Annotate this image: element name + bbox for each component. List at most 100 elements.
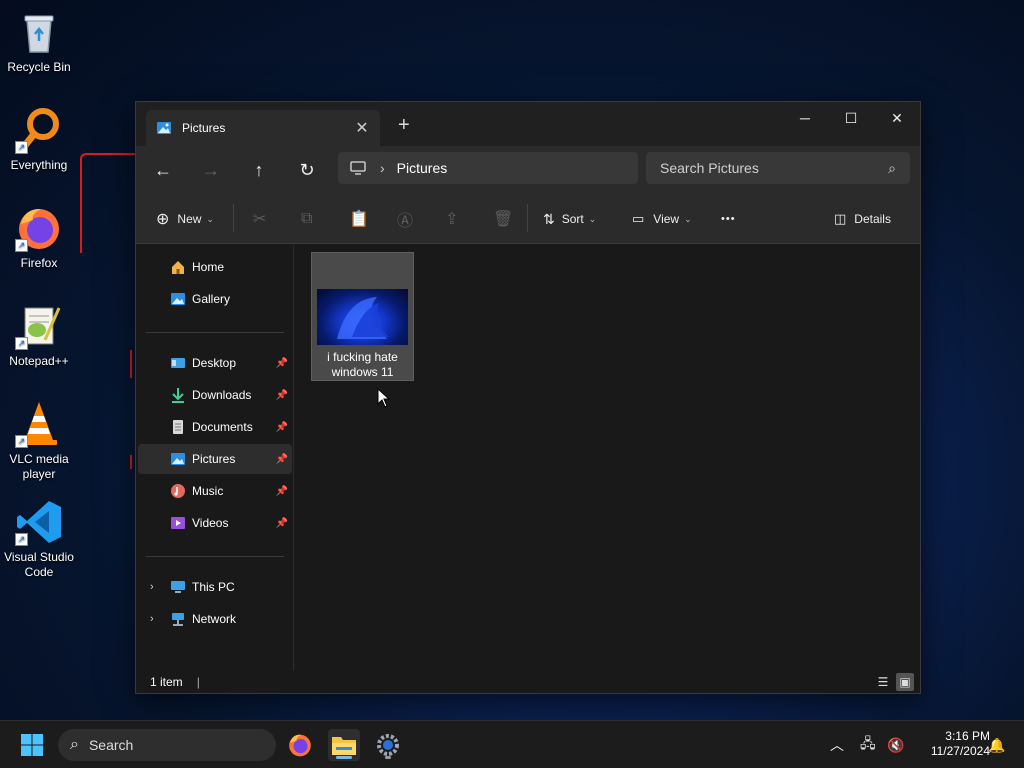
back-button[interactable]: ← (149, 156, 177, 184)
pin-icon[interactable]: 📌 (276, 422, 288, 433)
sidebar-item-label: Network (192, 612, 237, 626)
maximize-button[interactable]: ☐ (828, 102, 874, 134)
pictures-folder-icon (157, 122, 171, 134)
taskbar: ⌕ Search ︿ 🖧 🔇 3:16 PM 11/27/2024 🔔 (0, 720, 1024, 768)
new-button[interactable]: ⊕ New ⌄ (156, 207, 214, 231)
mouse-cursor-icon (377, 388, 391, 408)
close-window-button[interactable]: ✕ (874, 102, 920, 134)
sidebar-item-gallery[interactable]: Gallery (138, 284, 292, 314)
plus-icon: ⊕ (156, 211, 170, 228)
desktop-icon-label: Everything (10, 158, 68, 172)
address-row: ← → ↑ ↻ › Pictures Search Pictures ⌕ (136, 146, 920, 194)
shortcut-arrow-icon: ↗ (15, 141, 28, 154)
desktop-icon-label: VLC media player (9, 452, 69, 481)
item-count: 1 item (150, 675, 183, 689)
desktop-icon-label: Notepad++ (9, 354, 69, 368)
search-placeholder: Search Pictures (660, 160, 759, 176)
sidebar-item-label: Music (192, 484, 224, 498)
pin-icon[interactable]: 📌 (276, 390, 288, 401)
address-segment[interactable]: Pictures (397, 160, 448, 176)
new-label: New (177, 212, 202, 226)
this-pc-icon (171, 581, 185, 593)
shortcut-arrow-icon: ↗ (15, 239, 28, 252)
desktop-icon-vscode[interactable]: ↗ Visual Studio Code (0, 498, 78, 580)
up-button[interactable]: ↑ (245, 156, 273, 184)
rename-button[interactable]: Ⓐ (397, 207, 413, 231)
more-options-button[interactable]: ••• (721, 207, 736, 231)
volume-muted-icon[interactable]: 🔇 (887, 721, 904, 768)
sidebar-item-videos[interactable]: Videos 📌 (138, 508, 292, 538)
sidebar-item-pictures[interactable]: Pictures 📌 (138, 444, 292, 474)
large-icons-view-toggle[interactable]: ▣ (896, 673, 914, 691)
refresh-button[interactable]: ↻ (293, 156, 321, 184)
details-view-toggle[interactable]: ☰ (874, 673, 892, 691)
forward-button[interactable]: → (197, 156, 225, 184)
delete-button[interactable]: 🗑 (493, 207, 513, 231)
desktop-icon-everything[interactable]: ↗ Everything (0, 106, 78, 173)
desktop-icon-label: Visual Studio Code (4, 550, 74, 579)
desktop-icon-notepad-plus-plus[interactable]: ↗ Notepad++ (0, 302, 78, 369)
sidebar-item-music[interactable]: Music 📌 (138, 476, 292, 506)
chevron-right-icon[interactable]: › (150, 613, 154, 625)
file-item[interactable]: i fucking hate windows 11 (311, 252, 414, 381)
sidebar-item-desktop[interactable]: Desktop 📌 (138, 348, 292, 378)
search-input[interactable]: Search Pictures ⌕ (646, 152, 910, 184)
taskbar-file-explorer[interactable] (328, 729, 360, 761)
desktop-icon-firefox[interactable]: ↗ Firefox (0, 204, 78, 271)
copy-button[interactable]: ⧉ (301, 207, 312, 231)
sidebar-item-home[interactable]: Home (138, 252, 292, 282)
pin-icon[interactable]: 📌 (276, 486, 288, 497)
tab-pictures[interactable]: Pictures ✕ (146, 110, 380, 146)
taskbar-settings[interactable] (372, 729, 404, 761)
chevron-down-icon: ⌄ (206, 213, 214, 224)
pin-icon[interactable]: 📌 (276, 358, 288, 369)
sidebar-item-label: Gallery (192, 292, 231, 306)
close-tab-icon[interactable]: ✕ (354, 118, 370, 138)
new-tab-button[interactable]: + (398, 114, 410, 137)
view-button[interactable]: ▭ View ⌄ (632, 207, 692, 231)
nav-divider (146, 556, 284, 557)
chevron-right-icon[interactable]: › (380, 160, 385, 176)
sort-button[interactable]: ⇅ Sort ⌄ (543, 207, 596, 231)
minimize-button[interactable]: ─ (782, 102, 828, 134)
sidebar-item-downloads[interactable]: Downloads 📌 (138, 380, 292, 410)
sidebar-item-network[interactable]: › Network (138, 604, 292, 634)
show-hidden-icons-button[interactable]: ︿ (830, 721, 844, 768)
desktop-icon-vlc[interactable]: ↗ VLC media player (0, 400, 78, 482)
system-clock[interactable]: 3:16 PM 11/27/2024 (912, 729, 990, 759)
desktop-icon-recycle-bin[interactable]: Recycle Bin (0, 8, 78, 75)
title-bar: Pictures ✕ + ─ ☐ ✕ (136, 102, 920, 146)
pin-icon[interactable]: 📌 (276, 454, 288, 465)
monitor-icon (350, 161, 366, 175)
file-explorer-icon (332, 737, 356, 755)
recycle-bin-icon (15, 8, 63, 56)
cut-button[interactable]: ✂ (253, 207, 266, 231)
vscode-icon: ↗ (15, 498, 63, 546)
file-name: i fucking hate windows 11 (327, 350, 398, 379)
start-button[interactable] (16, 729, 48, 761)
details-pane-button[interactable]: ◫ Details (834, 207, 891, 231)
share-button[interactable]: ⇪ (445, 207, 458, 231)
sidebar-item-this-pc[interactable]: › This PC (138, 572, 292, 602)
command-bar: ⊕ New ⌄ ✂ ⧉ 📋 Ⓐ ⇪ 🗑 ⇅ Sort ⌄ ▭ View ⌄ ••… (136, 194, 920, 244)
sidebar-item-documents[interactable]: Documents 📌 (138, 412, 292, 442)
notifications-bell-icon[interactable]: 🔔 (988, 721, 1005, 768)
paste-button[interactable]: 📋 (349, 207, 369, 231)
tab-label: Pictures (182, 121, 226, 135)
toolbar-divider (527, 204, 528, 232)
sidebar-item-label: Home (192, 260, 225, 274)
taskbar-firefox[interactable] (284, 729, 316, 761)
taskbar-search[interactable]: ⌕ Search (58, 729, 276, 761)
search-icon: ⌕ (70, 736, 79, 753)
videos-folder-icon (171, 517, 185, 529)
network-status-icon[interactable]: 🖧 (860, 721, 876, 768)
clock-time: 3:16 PM (945, 729, 990, 743)
running-indicator (336, 756, 352, 759)
details-pane-icon: ◫ (834, 211, 847, 226)
sidebar-item-label: Pictures (192, 452, 236, 466)
pin-icon[interactable]: 📌 (276, 518, 288, 529)
desktop-icon-label: Firefox (20, 256, 58, 270)
network-icon (172, 613, 184, 626)
address-bar[interactable]: › Pictures (338, 152, 638, 184)
chevron-right-icon[interactable]: › (150, 581, 154, 593)
